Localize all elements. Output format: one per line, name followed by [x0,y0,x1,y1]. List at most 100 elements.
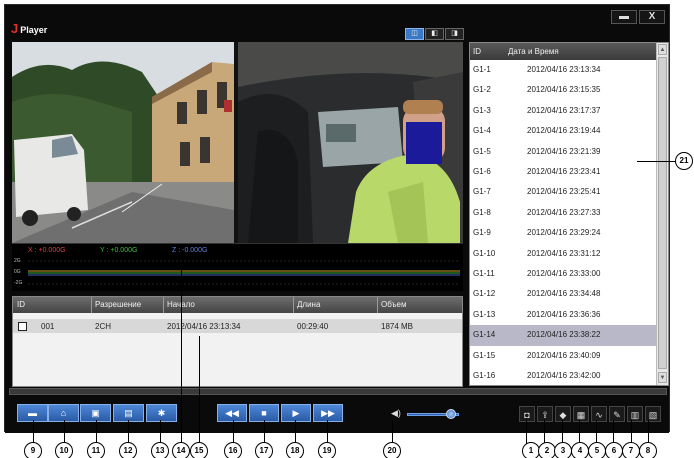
file-id: G1-5 [473,146,491,156]
file-datetime: 2012/04/16 23:34:48 [527,289,601,299]
floppy-icon: ▣ [91,408,100,418]
callout-12: 12 [119,442,137,458]
clip-table: ID Разрешение Начало Длина Объем 001 2CH… [12,296,463,387]
file-id: G1-12 [473,289,496,299]
clip-id: 001 [41,322,55,331]
app-title-text: Player [20,25,48,35]
file-list-header: ID Дата и Время [470,43,656,60]
list-item[interactable]: G1-5 2012/04/16 23:21:39 [470,142,656,162]
list-item[interactable]: G1-12 2012/04/16 23:34:48 [470,284,656,304]
clip-checkbox[interactable] [18,322,27,331]
list-item[interactable]: G1-10 2012/04/16 23:31:12 [470,244,656,264]
list-item[interactable]: G1-7 2012/04/16 23:25:41 [470,182,656,202]
file-datetime: 2012/04/16 23:36:36 [527,309,601,319]
scroll-thumb[interactable] [658,57,667,369]
map-icon: ◆ [559,410,567,420]
callout-18: 18 [286,442,304,458]
bottom-toolbar: ◀) ▬ ⌂ ▣ ▤ ✱ ◀◀ ■ ▶ ▶▶ ◘ ⇪ ◆ ▦ ∿ ✎ ▥ ▧ [5,396,669,433]
folder-icon: ▬ [28,408,37,418]
list-item[interactable]: G1-2 2012/04/16 23:15:35 [470,80,656,100]
app-title: J Player [11,21,47,36]
file-datetime: 2012/04/16 23:31:12 [527,248,601,258]
clip-length: 00:29:40 [297,322,329,331]
file-datetime: 2012/04/16 23:19:44 [527,126,601,136]
clip-col-size[interactable]: Объем [381,300,407,309]
file-datetime: 2012/04/16 23:33:00 [527,269,601,278]
g-sensor-x-label: X : +0.000G [28,247,66,254]
scroll-down-icon[interactable]: ▼ [658,372,667,383]
list-item[interactable]: G1-14 2012/04/16 23:38:22 [470,325,656,346]
list-item[interactable]: G1-1 2012/04/16 23:13:34 [470,60,656,80]
g-sensor-z-label: Z : -0.000G [172,247,208,254]
home-icon: ⌂ [60,408,67,418]
file-id: G1-10 [473,248,496,258]
clip-col-length[interactable]: Длина [297,300,320,309]
clip-table-header: ID Разрешение Начало Длина Объем [13,297,462,313]
file-id: G1-6 [473,167,491,176]
g-sensor-tick: 0G [14,269,21,275]
volume-icon[interactable]: ◀) [391,408,401,419]
lock-button[interactable]: ▥ [627,406,643,422]
callout-9: 9 [24,442,42,458]
file-datetime: 2012/04/16 23:25:41 [527,187,601,197]
g-sensor-y-label: Y : +0.000G [100,247,138,254]
minimize-button[interactable]: ▬ [611,10,637,24]
info-icon: ▧ [648,410,658,420]
print-icon: ▤ [124,408,133,418]
list-item[interactable]: G1-15 2012/04/16 23:40:09 [470,346,656,366]
timeline-progress-bar[interactable] [9,388,667,395]
list-item[interactable]: G1-11 2012/04/16 23:33:00 [470,264,656,284]
volume-slider-knob[interactable] [446,409,457,419]
player-window: J Player ▬ X ◫ ◧ ◨ X: +0.000G Y: +0.00… [4,4,670,433]
layout-front-button[interactable]: ◧ [425,28,444,40]
callout-6: 6 [605,442,623,458]
clip-start: 2012/04/16 23:13:34 [167,322,241,331]
rewind-icon: ◀◀ [225,408,239,418]
list-item[interactable]: G1-8 2012/04/16 23:27:33 [470,203,656,223]
config-button[interactable]: ✎ [609,406,625,422]
settings-button[interactable]: ✱ [146,404,177,422]
layout-dual-button[interactable]: ◫ [405,28,424,40]
g-sensor-tick: 2G [14,258,21,264]
graph-button[interactable]: ∿ [591,406,607,422]
clip-size: 1874 MB [381,322,414,331]
file-id: G1-3 [473,105,491,115]
file-datetime: 2012/04/16 23:13:34 [527,65,601,74]
layout-rear-button[interactable]: ◨ [445,28,464,40]
list-item[interactable]: G1-3 2012/04/16 23:17:37 [470,101,656,121]
list-item[interactable]: G1-9 2012/04/16 23:29:24 [470,223,656,243]
file-col-id[interactable]: ID [473,47,481,56]
list-item[interactable]: G1-4 2012/04/16 23:19:44 [470,121,656,141]
file-datetime: 2012/04/16 23:27:33 [527,207,601,217]
callout-leader-line [181,262,183,451]
wrench-icon: ✎ [613,410,621,420]
callout-13: 13 [151,442,169,458]
file-datetime: 2012/04/16 23:17:37 [527,105,601,115]
export-icon: ⇪ [541,410,549,420]
list-item[interactable]: G1-16 2012/04/16 23:42:00 [470,366,656,385]
list-item[interactable]: G1-6 2012/04/16 23:23:41 [470,162,656,182]
clip-col-id[interactable]: ID [17,300,25,309]
video-playback-area[interactable] [12,42,463,243]
fast-forward-icon: ▶▶ [321,408,335,418]
clip-col-resolution[interactable]: Разрешение [95,300,141,309]
callout-14: 14 [172,442,190,458]
callout-16: 16 [224,442,242,458]
rear-camera-view [238,42,463,243]
table-row[interactable]: 001 2CH 2012/04/16 23:13:34 00:29:40 187… [13,319,462,333]
g-sensor-graph: X : +0.000G Y : +0.000G Z : -0.000G 2G 0… [12,243,463,291]
file-list-scrollbar[interactable]: ▲ ▼ [656,43,668,385]
close-button[interactable]: X [639,10,665,24]
rewind-button[interactable]: ◀◀ [217,404,247,422]
snapshot-button[interactable]: ▦ [573,406,589,422]
front-camera-view [12,42,234,243]
file-id: G1-1 [473,65,491,74]
list-item[interactable]: G1-13 2012/04/16 23:36:36 [470,305,656,325]
scroll-up-icon[interactable]: ▲ [658,44,667,55]
file-datetime: 2012/04/16 23:15:35 [527,85,601,95]
file-col-datetime[interactable]: Дата и Время [508,47,559,56]
callout-15: 15 [190,442,208,458]
gear-icon: ✱ [157,408,166,418]
stop-icon: ■ [261,408,267,418]
file-id: G1-15 [473,350,496,360]
